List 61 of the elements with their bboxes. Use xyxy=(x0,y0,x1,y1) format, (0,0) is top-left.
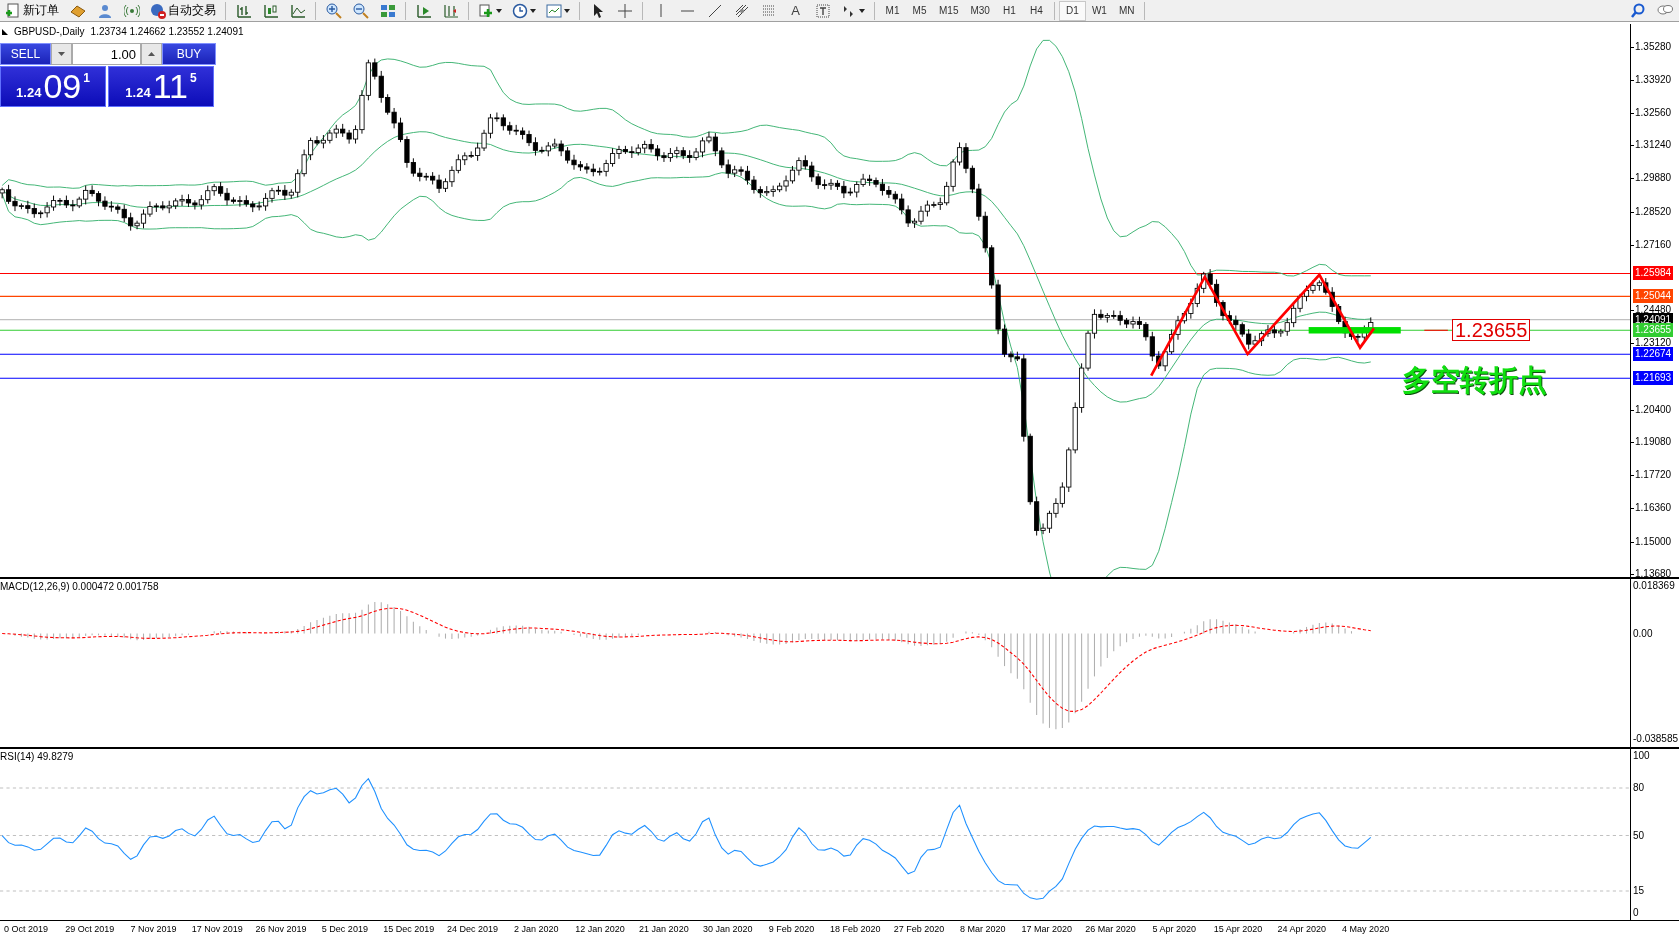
timeframe-tab[interactable]: M5 xyxy=(906,0,933,21)
price-tag: 1.22674 xyxy=(1633,347,1674,362)
timeframe-tab[interactable]: M1 xyxy=(879,0,906,21)
timeframe-tab[interactable]: W1 xyxy=(1085,0,1113,21)
macd-axis-label: 0.00 xyxy=(1633,626,1653,641)
price-prefix: 1.24 xyxy=(125,85,151,100)
new-order-button[interactable]: 新订单 xyxy=(0,0,64,21)
date-axis-label: 9 Feb 2020 xyxy=(767,923,816,936)
timeframe-tab[interactable]: H4 xyxy=(1022,0,1050,21)
date-axis-label: 30 Jan 2020 xyxy=(701,923,754,936)
macd-axis-label: -0.038585 xyxy=(1633,731,1679,746)
price-annotation: 1.23655 xyxy=(1452,319,1531,342)
price-tag: 1.21693 xyxy=(1633,371,1674,386)
rsi-axis-label: 100 xyxy=(1633,749,1650,764)
price-tag: 1.25044 xyxy=(1633,289,1674,304)
date-axis-label: 5 Dec 2019 xyxy=(320,923,369,936)
date-axis-label: 7 Nov 2019 xyxy=(129,923,178,936)
macd-axis-label: 0.018369 xyxy=(1633,579,1675,593)
date-axis-label: 29 Oct 2019 xyxy=(64,923,116,936)
date-axis-label: 24 Dec 2019 xyxy=(445,923,499,936)
timeframe-tab[interactable]: M30 xyxy=(964,0,996,21)
sell-button[interactable]: SELL xyxy=(0,43,51,65)
date-axis-label: 17 Nov 2019 xyxy=(190,923,244,936)
rsi-axis-label: 50 xyxy=(1633,828,1645,843)
price-tag: 1.23655 xyxy=(1633,323,1674,338)
date-axis-label: 26 Nov 2019 xyxy=(254,923,308,936)
rsi-axis-label: 0 xyxy=(1633,906,1639,920)
date-axis-label: 4 May 2020 xyxy=(1341,923,1391,936)
date-axis-label: 24 Apr 2020 xyxy=(1276,923,1328,936)
date-axis-label: 5 Apr 2020 xyxy=(1151,923,1197,936)
symbol-label: GBPUSD-,Daily xyxy=(14,26,85,37)
timeframe-tab[interactable]: H1 xyxy=(995,0,1023,21)
date-axis-label: 17 Mar 2020 xyxy=(1020,923,1073,936)
text-tool-button[interactable]: A xyxy=(782,0,809,21)
lot-size-field[interactable]: 1.00 xyxy=(72,43,141,65)
price-pips: 11 xyxy=(152,69,188,103)
date-axis-label: 21 Jan 2020 xyxy=(638,923,690,936)
price-pips: 09 xyxy=(43,69,82,103)
ohlc-values: 1.23734 1.24662 1.23552 1.24091 xyxy=(90,26,244,37)
timeframe-tab[interactable]: D1 xyxy=(1058,0,1086,21)
date-axis-label: 27 Feb 2020 xyxy=(892,923,946,936)
price-tag: 1.25984 xyxy=(1633,266,1674,281)
rsi-axis-label: 15 xyxy=(1633,883,1645,898)
date-axis-label: 2 Jan 2020 xyxy=(513,923,560,936)
timeframe-tab[interactable]: MN xyxy=(1112,0,1141,21)
date-axis-label: 26 Mar 2020 xyxy=(1084,923,1137,936)
date-axis-label: 15 Dec 2019 xyxy=(382,923,436,936)
auto-trading-button[interactable]: 自动交易 xyxy=(145,0,221,21)
date-axis-label: 18 Feb 2020 xyxy=(829,923,882,936)
buy-button[interactable]: BUY xyxy=(162,43,216,65)
date-axis-label: 8 Mar 2020 xyxy=(959,923,1007,936)
rsi-label: RSI(14) 49.8279 xyxy=(0,751,74,762)
price-fraction: 5 xyxy=(189,71,197,85)
rsi-axis-label: 80 xyxy=(1633,781,1645,796)
price-fraction: 1 xyxy=(83,71,90,85)
macd-label: MACD(12,26,9) 0.000472 0.001758 xyxy=(0,581,159,592)
date-axis-label: 15 Apr 2020 xyxy=(1212,923,1264,936)
date-axis-label: 0 Oct 2019 xyxy=(2,923,49,936)
price-prefix: 1.24 xyxy=(16,85,42,100)
date-axis-label: 12 Jan 2020 xyxy=(574,923,626,936)
timeframe-tab[interactable]: M15 xyxy=(933,0,965,21)
